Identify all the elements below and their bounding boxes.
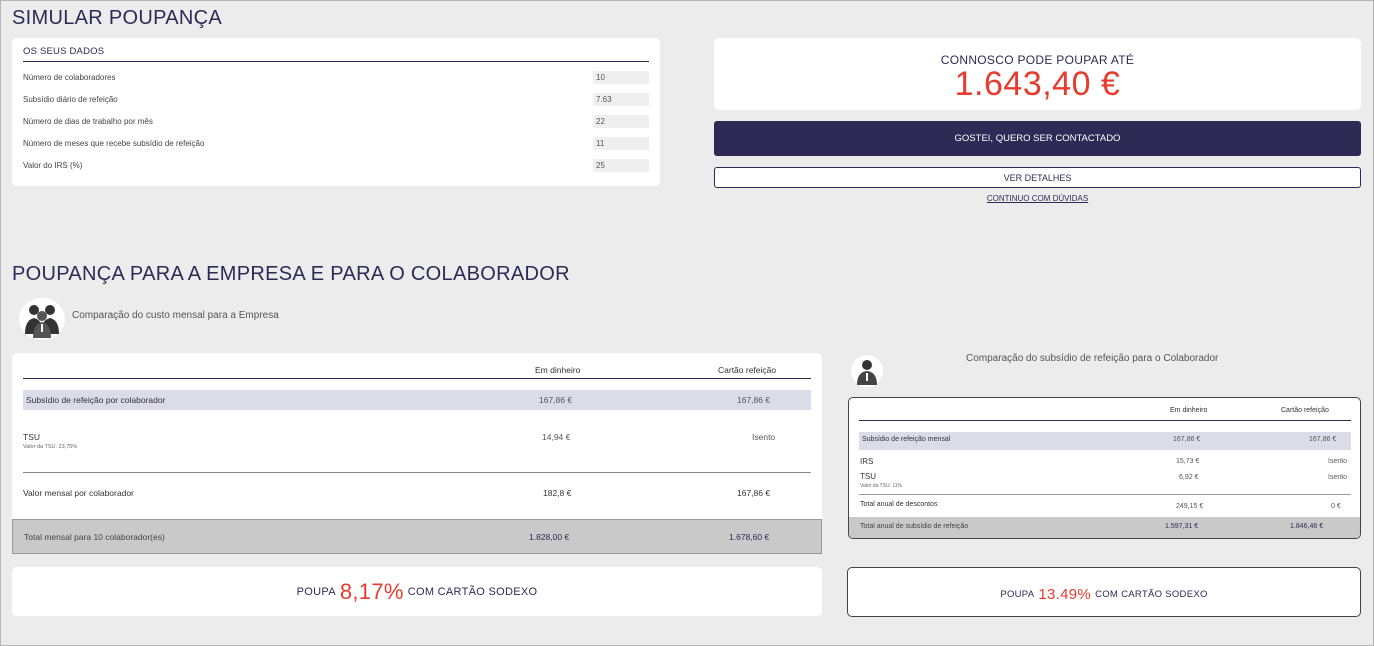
savings-amount: 1.643,40 € — [954, 65, 1121, 103]
dado-label: Número de colaboradores — [23, 72, 116, 82]
person-icon — [851, 355, 883, 387]
dados-card: OS SEUS DADOS Número de colaboradores 10… — [12, 38, 660, 186]
dado-row-meses: Número de meses que recebe subsídio de r… — [23, 132, 649, 154]
empresa-savings-pct: 8,17% — [339, 578, 404, 604]
dado-row-irs: Valor do IRS (%) 25 — [23, 154, 649, 176]
business-people-icon — [19, 298, 65, 340]
dado-row-subsidio: Subsídio diário de refeição 7.63 — [23, 88, 649, 110]
dias-input[interactable]: 22 — [593, 114, 649, 128]
table-row: Valor mensal por colaborador 182,8 € 167… — [23, 488, 771, 498]
table-row: TSU Valor da TSU: 23,75% 14,94 € Isento — [23, 432, 776, 450]
table-row: Subsídio de refeição por colaborador 167… — [23, 390, 811, 410]
dado-row-colaboradores: Número de colaboradores 10 — [23, 66, 649, 88]
col-card-header: Cartão refeição — [718, 365, 777, 375]
col-cash-header: Em dinheiro — [535, 365, 581, 375]
dados-header: OS SEUS DADOS — [23, 46, 649, 62]
table-row: IRS 15,73 € Isento — [860, 457, 1348, 466]
section-title: POUPANÇA PARA A EMPRESA E PARA O COLABOR… — [12, 263, 570, 285]
dado-label: Subsídio diário de refeição — [23, 94, 118, 104]
colaborador-table: Em dinheiro Cartão refeição Subsídio de … — [848, 397, 1361, 539]
page-title: SIMULAR POUPANÇA — [12, 7, 223, 29]
table-row: Total anual de descontos 249,15 € 0 € — [860, 501, 1341, 510]
divider — [859, 494, 1351, 495]
empresa-label: Comparação do custo mensal para a Empres… — [72, 310, 279, 321]
contact-button[interactable]: GOSTEI, QUERO SER CONTACTADO — [714, 121, 1361, 156]
colaborador-total-row: Total anual de subsídio de refeição 1.59… — [849, 517, 1360, 538]
dado-label: Valor do IRS (%) — [23, 160, 83, 170]
divider — [23, 472, 811, 473]
empresa-total-row: Total mensal para 10 colaborador(es) 1.8… — [12, 519, 822, 554]
empresa-savings-card: POUPA 8,17% COM CARTÃO SODEXO — [12, 567, 822, 616]
details-button[interactable]: VER DETALHES — [714, 167, 1361, 188]
dado-label: Número de meses que recebe subsídio de r… — [23, 138, 205, 148]
subsidio-input[interactable]: 7.63 — [593, 92, 649, 106]
colaborador-savings-card: POUPA 13.49% COM CARTÃO SODEXO — [847, 567, 1361, 617]
table-row: TSU Valor da TSU: 11% 6,92 € Isento — [860, 472, 1348, 489]
savings-summary-card: CONNOSCO PODE POUPAR ATÉ 1.643,40 € — [714, 38, 1361, 110]
colaborador-savings-pct: 13.49% — [1038, 585, 1092, 603]
colaborador-label: Comparação do subsídio de refeição para … — [966, 353, 1219, 364]
dado-row-dias: Número de dias de trabalho por mês 22 — [23, 110, 649, 132]
doubts-link[interactable]: CONTINUO COM DÚVIDAS — [714, 194, 1361, 203]
irs-input[interactable]: 25 — [593, 158, 649, 172]
dado-label: Número de dias de trabalho por mês — [23, 116, 153, 126]
table-row: Subsídio de refeição mensal 167,86 € 167… — [859, 432, 1351, 450]
colaboradores-input[interactable]: 10 — [593, 70, 649, 84]
empresa-table-header: Em dinheiro Cartão refeição — [23, 363, 811, 379]
colaborador-table-header: Em dinheiro Cartão refeição — [859, 404, 1351, 421]
meses-input[interactable]: 11 — [593, 136, 649, 150]
